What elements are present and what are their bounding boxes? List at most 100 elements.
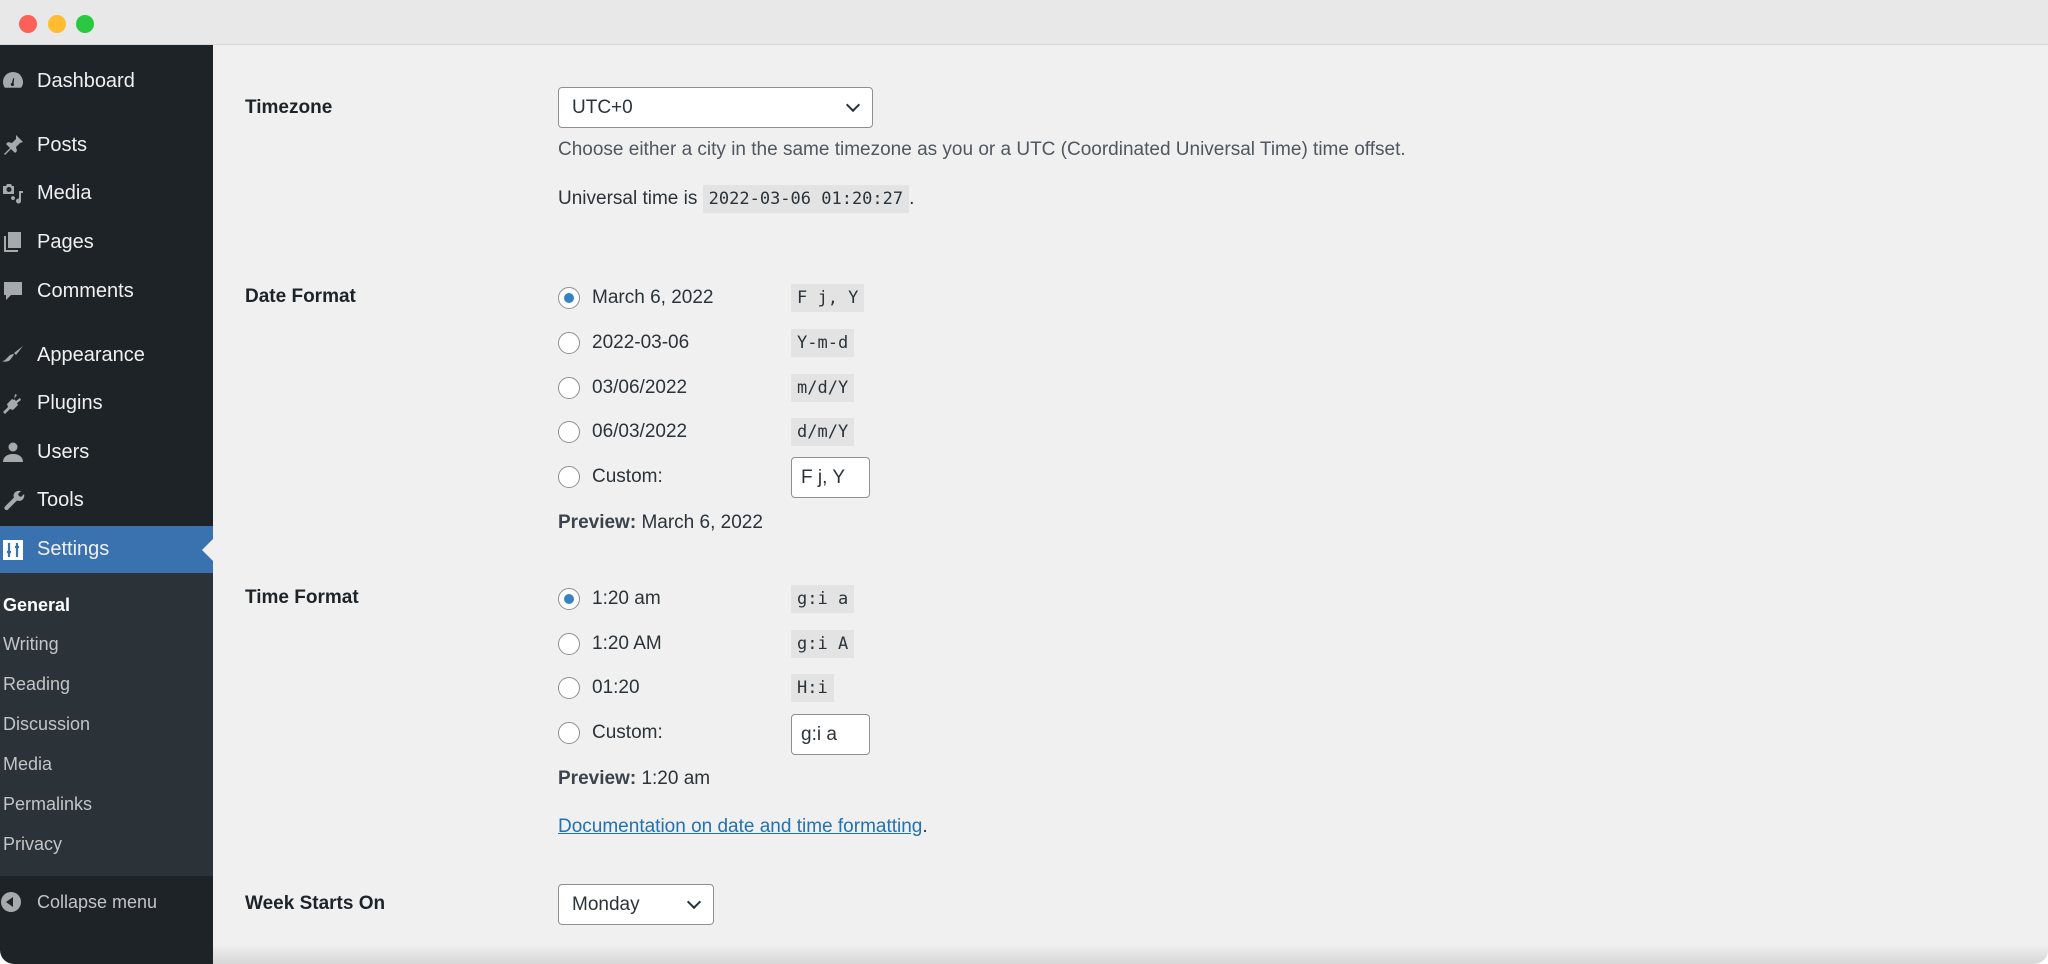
sidebar-item-tools[interactable]: Tools <box>0 480 213 520</box>
submenu-item-privacy[interactable]: Privacy <box>3 829 62 859</box>
zoom-window-button[interactable] <box>76 15 94 33</box>
close-window-button[interactable] <box>19 15 37 33</box>
time-format-radio[interactable] <box>558 633 580 655</box>
time-format-code: g:i a <box>791 585 855 613</box>
title-bar <box>0 0 2048 45</box>
time-format-label: Time Format <box>245 587 359 608</box>
sidebar-item-posts[interactable]: Posts <box>0 125 213 165</box>
sidebar-item-appearance[interactable]: Appearance <box>0 335 213 375</box>
timezone-select[interactable]: UTC+0 <box>558 87 873 128</box>
date-format-code: F j, Y <box>791 284 865 312</box>
date-format-radio[interactable] <box>558 287 580 309</box>
date-format-custom-input[interactable]: F j, Y <box>791 457 870 498</box>
date-format-radio[interactable] <box>558 332 580 354</box>
time-format-option[interactable]: 1:20 am <box>558 584 661 614</box>
time-format-radio[interactable] <box>558 588 580 610</box>
preview-label: Preview: <box>558 768 637 789</box>
sidebar-item-label: Plugins <box>37 391 103 414</box>
universal-time-prefix: Universal time is <box>558 188 698 209</box>
sidebar-item-settings[interactable]: Settings <box>0 526 213 573</box>
sidebar-item-media[interactable]: Media <box>0 173 213 213</box>
date-format-option[interactable]: 06/03/2022 <box>558 417 687 447</box>
preview-value: March 6, 2022 <box>641 512 763 533</box>
sidebar-item-label: Comments <box>37 279 134 302</box>
submenu-item-permalinks[interactable]: Permalinks <box>3 789 92 819</box>
sidebar-item-label: Tools <box>37 488 84 511</box>
date-format-code: d/m/Y <box>791 418 855 446</box>
sidebar-item-comments[interactable]: Comments <box>0 271 213 311</box>
date-format-custom-radio[interactable] <box>558 466 580 488</box>
time-format-custom-option[interactable]: Custom: <box>558 718 663 748</box>
date-format-option-label: 03/06/2022 <box>592 377 688 398</box>
universal-time: Universal time is 2022-03-06 01:20:27. <box>558 185 915 213</box>
time-format-code: g:i A <box>791 630 855 658</box>
time-format-option[interactable]: 1:20 AM <box>558 629 662 659</box>
date-format-radio[interactable] <box>558 377 580 399</box>
date-format-radio[interactable] <box>558 421 580 443</box>
documentation-link[interactable]: Documentation on date and time formattin… <box>558 816 922 837</box>
collapse-menu-label: Collapse menu <box>37 891 158 912</box>
sidebar-item-label: Appearance <box>37 343 145 366</box>
time-format-custom-radio[interactable] <box>558 722 580 744</box>
sidebar-item-pages[interactable]: Pages <box>0 222 213 262</box>
chevron-down-icon <box>686 894 702 909</box>
timezone-label: Timezone <box>245 97 333 118</box>
dashboard-icon <box>0 68 26 94</box>
sidebar-item-users[interactable]: Users <box>0 432 213 472</box>
week-starts-select[interactable]: Monday <box>558 884 714 925</box>
date-format-label: Date Format <box>245 286 356 307</box>
timezone-description: Choose either a city in the same timezon… <box>558 139 1406 160</box>
time-format-option-label: 01:20 <box>592 677 640 698</box>
sidebar-item-label: Posts <box>37 133 88 156</box>
sidebar-item-label: Pages <box>37 230 94 253</box>
sidebar-item-label: Media <box>37 181 92 204</box>
date-format-option-label: 2022-03-06 <box>592 332 690 353</box>
date-format-option-label: 06/03/2022 <box>592 421 688 442</box>
preview-value: 1:20 am <box>641 768 711 789</box>
sidebar-item-label: Settings <box>37 538 110 560</box>
pages-icon <box>0 229 26 255</box>
sidebar-item-plugins[interactable]: Plugins <box>0 383 213 423</box>
time-format-custom-input[interactable]: g:i a <box>791 714 870 755</box>
collapse-menu-button[interactable]: Collapse menu <box>0 882 213 922</box>
date-format-code: Y-m-d <box>791 329 855 357</box>
collapse-arrow-icon <box>1 892 21 912</box>
general-settings-form: Timezone UTC+0 Choose either a city in t… <box>213 45 2048 964</box>
bottom-shadow <box>213 944 2048 964</box>
week-starts-label: Week Starts On <box>245 893 386 914</box>
time-format-radio[interactable] <box>558 677 580 699</box>
date-format-code: m/d/Y <box>791 374 855 402</box>
time-format-custom-label: Custom: <box>592 722 663 743</box>
submenu-item-writing[interactable]: Writing <box>3 629 59 659</box>
minimize-window-button[interactable] <box>48 15 66 33</box>
submenu-item-reading[interactable]: Reading <box>3 669 70 699</box>
date-format-custom-option[interactable]: Custom: <box>558 462 663 492</box>
time-format-option[interactable]: 01:20 <box>558 673 640 703</box>
preview-label: Preview: <box>558 512 637 533</box>
browser-window: Dashboard Posts Media Pages Comments App… <box>0 0 2048 964</box>
sidebar-item-label: Users <box>37 440 90 463</box>
time-format-code: H:i <box>791 674 834 702</box>
documentation-link-row: Documentation on date and time formattin… <box>558 816 928 838</box>
universal-time-suffix: . <box>909 188 915 209</box>
wrench-icon <box>0 487 26 513</box>
media-icon <box>0 180 26 206</box>
submenu-item-general[interactable]: General <box>3 590 70 620</box>
date-format-custom-label: Custom: <box>592 466 663 487</box>
submenu-item-media[interactable]: Media <box>3 749 52 779</box>
sidebar-item-dashboard[interactable]: Dashboard <box>0 61 213 101</box>
time-format-option-label: 1:20 AM <box>592 633 662 654</box>
timezone-selected-value: UTC+0 <box>572 96 633 118</box>
settings-submenu: General Writing Reading Discussion Media… <box>0 573 213 876</box>
admin-sidebar: Dashboard Posts Media Pages Comments App… <box>0 45 213 964</box>
date-format-option[interactable]: March 6, 2022 <box>558 283 713 313</box>
universal-time-value: 2022-03-06 01:20:27 <box>702 185 910 213</box>
current-menu-arrow <box>202 538 213 561</box>
date-format-option[interactable]: 03/06/2022 <box>558 373 687 403</box>
week-starts-selected-value: Monday <box>572 893 640 915</box>
submenu-item-discussion[interactable]: Discussion <box>3 709 90 739</box>
settings-sliders-icon <box>0 537 26 563</box>
date-format-option[interactable]: 2022-03-06 <box>558 328 689 358</box>
plugin-icon <box>0 390 26 416</box>
documentation-link-suffix: . <box>922 816 928 837</box>
